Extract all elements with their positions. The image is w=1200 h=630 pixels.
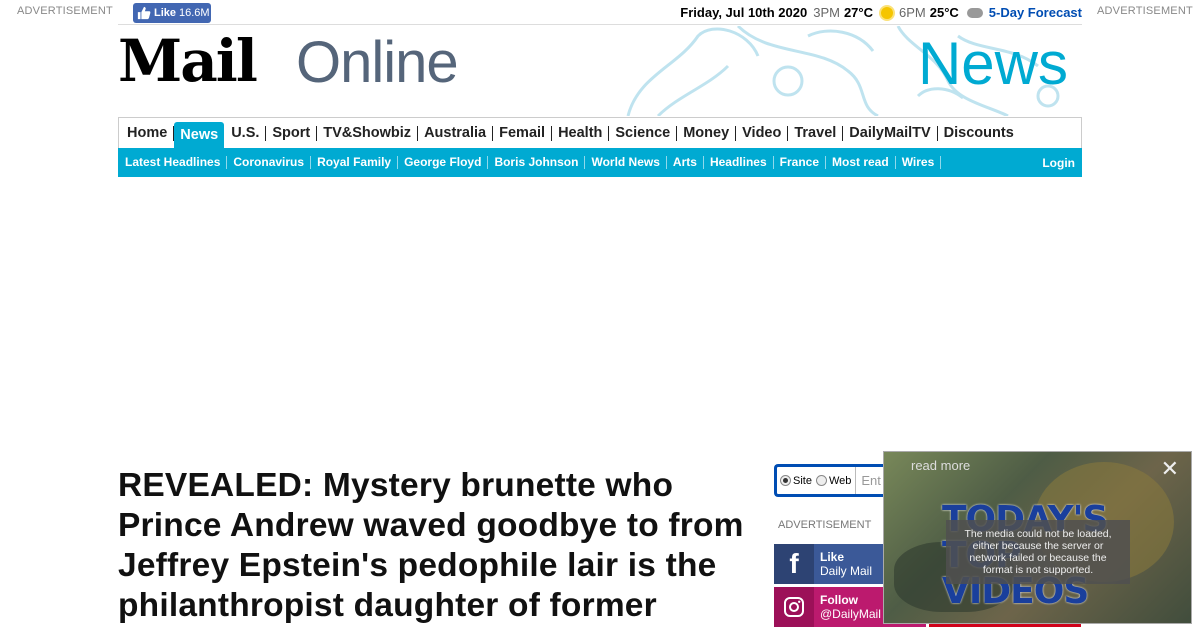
floating-video-player[interactable]: read more ✕ TODAY'S TOP VIDEOS The media… [883,451,1192,624]
subnav-item-george-floyd[interactable]: George Floyd [398,156,489,169]
section-title: News [917,30,1068,97]
instagram-icon [774,587,814,627]
logo-mail[interactable]: Mail [118,30,258,92]
cloud-icon [966,7,983,18]
article-headline[interactable]: REVEALED: Mystery brunette who Prince An… [118,466,758,626]
nav-item-sport[interactable]: Sport [266,125,318,141]
subnav-item-boris-johnson[interactable]: Boris Johnson [488,156,586,169]
radio-unselected-icon[interactable] [815,475,827,486]
instagram-action: Follow [820,593,858,607]
nav-item-australia[interactable]: Australia [418,125,494,141]
close-icon[interactable]: ✕ [1161,458,1179,480]
nav-item-dailymailtv[interactable]: DailyMailTV [843,125,938,141]
advertisement-label-right: ADVERTISEMENT [1097,5,1193,17]
current-date: Friday, Jul 10th 2020 [680,5,808,20]
forecast-time-2: 6PM [899,5,926,20]
forecast-time-1: 3PM [813,5,840,20]
subnav-item-arts[interactable]: Arts [667,156,704,169]
search-option-web-label: Web [828,474,852,487]
nav-item-money[interactable]: Money [677,125,737,141]
subnav-item-world-news[interactable]: World News [585,156,667,169]
advertisement-label-side: ADVERTISEMENT [778,519,872,531]
nav-item-news[interactable]: News [174,121,225,149]
page: ADVERTISEMENT ADVERTISEMENT Friday, Jul … [0,0,1200,630]
sub-navigation: Latest Headlines Coronavirus Royal Famil… [118,148,1082,177]
subnav-item-wires[interactable]: Wires [896,156,942,169]
facebook-like-label: Like [154,7,177,19]
search-option-site[interactable]: Site [780,475,812,487]
subnav-item-france[interactable]: France [774,156,826,169]
forecast-temp-1: 27°C [843,5,873,20]
nav-item-us[interactable]: U.S. [225,125,267,141]
logo-online[interactable]: Online [296,32,459,94]
nav-item-tvshowbiz[interactable]: TV&Showbiz [317,125,419,141]
forecast-temp-2: 25°C [929,5,959,20]
top-bar: Friday, Jul 10th 2020 3PM 27°C 6PM 25°C … [118,3,1082,25]
subnav-item-most-read[interactable]: Most read [826,156,896,169]
search-option-web[interactable]: Web [815,474,852,487]
search-box: Site Web Ent [774,464,894,497]
read-more-link[interactable]: read more [911,458,970,473]
nav-item-discounts[interactable]: Discounts [938,125,1020,141]
nav-item-video[interactable]: Video [736,125,789,141]
thumbs-up-icon [137,6,151,20]
subnav-item-latest-headlines[interactable]: Latest Headlines [119,156,228,169]
media-error-message: The media could not be loaded, either be… [946,520,1130,584]
advertisement-label-left: ADVERTISEMENT [17,5,113,17]
nav-item-travel[interactable]: Travel [788,125,844,141]
nav-item-home[interactable]: Home [121,125,175,141]
facebook-like-button[interactable]: Like 16.6M [133,3,211,23]
search-option-site-label: Site [793,474,812,487]
masthead: Mail Online News [118,26,1082,116]
main-navigation: Home News U.S. Sport TV&Showbiz Australi… [118,117,1082,149]
five-day-forecast-link[interactable]: 5-Day Forecast [989,5,1082,20]
nav-item-health[interactable]: Health [552,125,610,141]
weather-strip: Friday, Jul 10th 2020 3PM 27°C 6PM 25°C … [680,5,1082,20]
nav-item-science[interactable]: Science [609,125,678,141]
subnav-item-royal-family[interactable]: Royal Family [311,156,399,169]
login-link[interactable]: Login [1042,156,1075,170]
facebook-like-count: 16.6M [179,7,210,19]
subnav-item-coronavirus[interactable]: Coronavirus [227,156,312,169]
facebook-account: Daily Mail [820,564,873,578]
facebook-icon: f [774,544,814,584]
facebook-action: Like [820,550,845,564]
subnav-item-headlines[interactable]: Headlines [704,156,774,169]
nav-item-femail[interactable]: Femail [493,125,553,141]
radio-selected-icon[interactable] [780,475,791,486]
sun-icon [881,6,893,19]
instagram-account: @DailyMail [820,607,881,621]
